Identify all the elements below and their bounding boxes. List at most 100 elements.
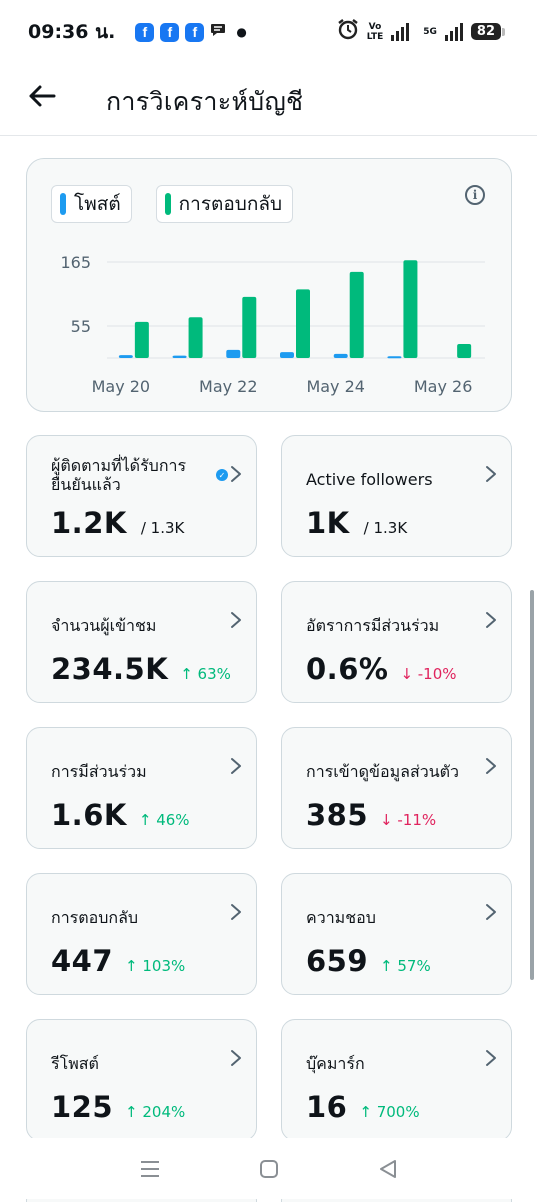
stat-value-row: 659 ↑ 57% <box>306 944 431 978</box>
battery-icon: 82 <box>470 23 506 40</box>
bar-replies[interactable] <box>242 296 257 358</box>
y-tick-label: 165 <box>60 253 91 272</box>
stat-value: 385 <box>306 798 369 832</box>
square-icon <box>259 1159 278 1178</box>
system-navigation-bar <box>0 1138 537 1199</box>
stat-label: อัตราการมีส่วนร่วม <box>306 616 440 635</box>
stat-label: Active followers <box>306 470 433 489</box>
chevron-right-icon <box>231 612 241 628</box>
stat-change-up: ↑ 204% <box>125 1103 186 1121</box>
stat-total: / 1.3K <box>140 519 185 537</box>
stat-value: 1.2K <box>51 506 127 540</box>
menu-icon <box>140 1160 159 1177</box>
stat-label: การเข้าดูข้อมูลส่วนตัว <box>306 762 460 781</box>
legend-replies-label: การตอบกลับ <box>178 193 283 215</box>
home-button[interactable] <box>249 1149 289 1189</box>
verified-badge-icon: ✓ <box>216 469 228 481</box>
posts-swatch <box>60 193 66 215</box>
bar-posts[interactable] <box>226 349 241 358</box>
stat-value-row: 16 ↑ 700% <box>306 1090 420 1124</box>
stat-value-row: 234.5K ↑ 63% <box>51 652 231 686</box>
network-5g-label: 5G <box>423 26 437 37</box>
stat-card[interactable]: ความชอบ 659 ↑ 57% <box>281 873 512 995</box>
bar-posts[interactable] <box>333 353 348 358</box>
chart-legend: โพสต์ การตอบกลับ <box>51 185 294 223</box>
y-tick-label: 55 <box>71 317 91 336</box>
replies-swatch <box>164 193 171 215</box>
back-button[interactable] <box>26 80 58 112</box>
stat-card[interactable]: ผู้ติดตามที่ได้รับการยืนยันแล้ว ✓ 1.2K / 1.… <box>26 435 257 557</box>
info-icon[interactable]: i <box>465 185 485 205</box>
chevron-right-icon <box>486 1050 496 1066</box>
status-right: Vo LTE 5G 82 <box>337 18 506 45</box>
stat-card[interactable]: การมีส่วนร่วม 1.6K ↑ 46% <box>26 727 257 849</box>
bar-replies[interactable] <box>349 271 364 358</box>
scrollbar[interactable] <box>530 590 534 980</box>
stat-card[interactable]: บุ๊คมาร์ก 16 ↑ 700% <box>281 1019 512 1141</box>
legend-posts[interactable]: โพสต์ <box>51 185 132 223</box>
app-header: การวิเคราะห์บัญชี <box>0 64 537 136</box>
stat-card[interactable]: การตอบกลับ 447 ↑ 103% <box>26 873 257 995</box>
stat-card[interactable]: จำนวนผู้เข้าชม 234.5K ↑ 63% <box>26 581 257 703</box>
stat-value: 0.6% <box>306 652 389 686</box>
stat-value-row: 1.2K / 1.3K <box>51 506 184 540</box>
chevron-right-icon <box>231 758 241 774</box>
back-nav-button[interactable] <box>368 1149 408 1189</box>
stat-change-down: ↓ -11% <box>380 811 437 829</box>
chevron-right-icon <box>486 758 496 774</box>
facebook-notification-icon: f <box>135 22 155 42</box>
alarm-icon <box>337 18 359 45</box>
chart-card: 165 55 May 20 May 22 May 24 May 26 โพสต์ การต… <box>26 158 512 412</box>
status-bar: 09:36 น. f f f ● Vo LTE 5G 82 <box>0 0 537 64</box>
recent-apps-button[interactable] <box>130 1149 170 1189</box>
stat-value: 659 <box>306 944 369 978</box>
stat-change-up: ↑ 46% <box>138 811 190 829</box>
stat-label: การมีส่วนร่วม <box>51 762 147 781</box>
x-tick-label: May 20 <box>92 377 151 396</box>
stat-label: รีโพสต์ <box>51 1054 99 1073</box>
chevron-right-icon <box>486 466 496 482</box>
bar-posts[interactable] <box>387 356 402 359</box>
stat-change-up: ↑ 103% <box>125 957 186 975</box>
bar-replies[interactable] <box>134 321 149 358</box>
stat-card[interactable]: อัตราการมีส่วนร่วม 0.6% ↓ -10% <box>281 581 512 703</box>
stat-value: 447 <box>51 944 114 978</box>
bar-replies[interactable] <box>403 260 418 358</box>
chevron-right-icon <box>231 904 241 920</box>
stat-value: 1K <box>306 506 350 540</box>
stat-value: 1.6K <box>51 798 127 832</box>
stat-value-row: 447 ↑ 103% <box>51 944 185 978</box>
x-tick-label: May 24 <box>306 377 365 396</box>
x-tick-label: May 26 <box>414 377 473 396</box>
stat-card[interactable]: Active followers 1K / 1.3K <box>281 435 512 557</box>
bar-replies[interactable] <box>296 289 310 358</box>
stat-value-row: 1.6K ↑ 46% <box>51 798 190 832</box>
chevron-right-icon <box>231 1050 241 1066</box>
status-time: 09:36 น. <box>28 21 116 43</box>
stat-value-row: 0.6% ↓ -10% <box>306 652 457 686</box>
volte-indicator: Vo LTE <box>366 21 384 42</box>
bar-posts[interactable] <box>118 355 133 358</box>
stat-change-up: ↑ 57% <box>380 957 431 975</box>
stat-label: ความชอบ <box>306 908 376 927</box>
legend-posts-label: โพสต์ <box>74 193 121 215</box>
x-tick-label: May 22 <box>199 377 258 396</box>
bar-replies[interactable] <box>188 317 203 358</box>
more-notifications-dot-icon: ● <box>236 25 247 39</box>
chevron-right-icon <box>231 466 241 482</box>
stat-change-down: ↓ -10% <box>400 665 457 683</box>
legend-replies[interactable]: การตอบกลับ <box>155 185 294 223</box>
stat-label: จำนวนผู้เข้าชม <box>51 616 157 635</box>
chevron-right-icon <box>486 904 496 920</box>
bar-replies[interactable] <box>457 344 472 358</box>
signal-strength-icon <box>391 22 410 41</box>
stat-change-up: ↑ 63% <box>180 665 231 683</box>
stat-card[interactable]: รีโพสต์ 125 ↑ 204% <box>26 1019 257 1141</box>
stat-value-row: 125 ↑ 204% <box>51 1090 185 1124</box>
stat-card[interactable]: การเข้าดูข้อมูลส่วนตัว 385 ↓ -11% <box>281 727 512 849</box>
bar-posts[interactable] <box>280 352 294 358</box>
bar-posts[interactable] <box>172 355 187 358</box>
stat-value: 234.5K <box>51 652 169 686</box>
stat-total: / 1.3K <box>363 519 408 537</box>
chat-bubble-icon <box>210 23 226 41</box>
